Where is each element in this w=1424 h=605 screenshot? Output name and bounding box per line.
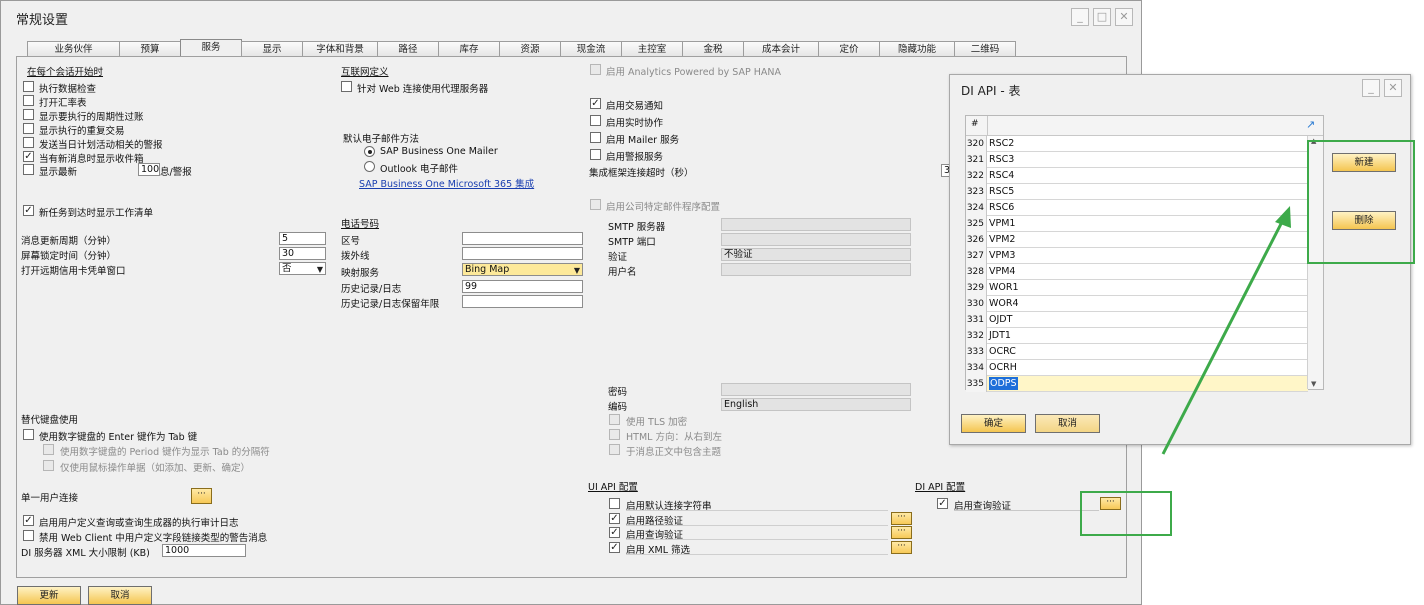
annotation-arrow — [1161, 206, 1291, 455]
